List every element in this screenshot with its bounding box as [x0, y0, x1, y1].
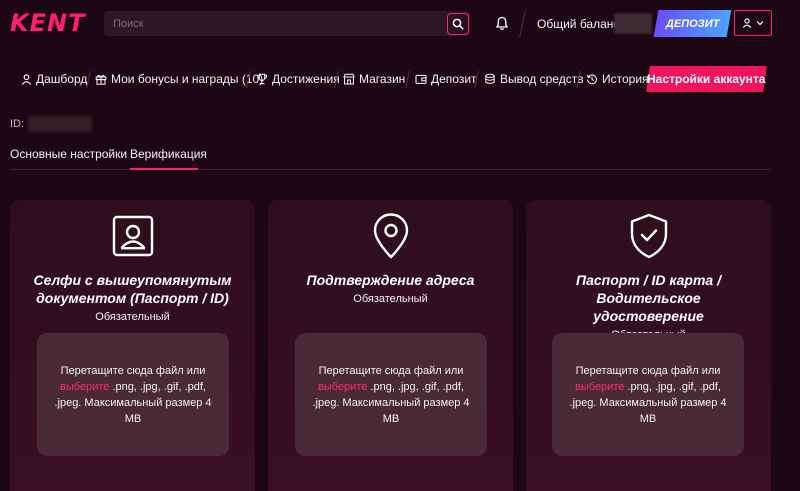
header-divider — [519, 11, 526, 37]
required-label: Обязательный — [95, 311, 170, 323]
nav-item-label: Достижения — [272, 72, 340, 86]
nav-item-label: Дашборд — [36, 72, 88, 86]
verification-card-address: Подтверждение адреса Обязательный Перета… — [268, 200, 513, 491]
choose-file-link[interactable]: выберите — [575, 381, 624, 393]
dropzone-text: Перетащите сюда файл или выберите .png, … — [309, 363, 473, 427]
shield-check-icon — [626, 213, 672, 259]
nav-item-label: Магазин — [359, 72, 406, 86]
dropzone-instruction: Перетащите сюда файл или — [575, 364, 721, 377]
tab-general-settings[interactable]: Основные настройки — [10, 147, 127, 161]
file-dropzone[interactable]: Перетащите сюда файл или выберите .png, … — [295, 333, 487, 456]
search-button[interactable] — [447, 12, 469, 35]
balance-label: Общий баланс: — [537, 17, 623, 31]
nav-item-label: История — [602, 72, 649, 86]
gift-icon — [95, 74, 107, 85]
nav-item-history[interactable]: История — [586, 66, 649, 92]
deposit-button[interactable]: ДЕПОЗИТ — [653, 10, 732, 37]
card-title: Селфи с вышеупомянутым документом (Паспо… — [20, 271, 245, 307]
user-icon — [21, 73, 32, 85]
choose-file-link[interactable]: выберите — [60, 381, 109, 393]
bell-icon — [496, 16, 508, 30]
nav-item-label: Вывод средств — [500, 72, 584, 86]
file-dropzone[interactable]: Перетащите сюда файл или выберите .png, … — [552, 333, 744, 456]
user-icon — [742, 18, 752, 28]
active-tab-indicator — [130, 168, 198, 170]
user-menu-button[interactable] — [734, 10, 772, 36]
nav-item-label: Мои бонусы и награды (10) — [111, 72, 264, 86]
notifications-button[interactable] — [493, 14, 511, 32]
account-nav: Дашборд Мои бонусы и награды (10) Достиж… — [0, 66, 800, 92]
search-icon — [452, 18, 464, 30]
coins-icon — [485, 73, 495, 84]
nav-item-deposit[interactable]: Депозит — [415, 66, 477, 92]
location-pin-icon — [368, 213, 414, 259]
file-dropzone[interactable]: Перетащите сюда файл или выберите .png, … — [37, 333, 229, 456]
nav-item-bonuses[interactable]: Мои бонусы и награды (10) — [95, 66, 263, 92]
nav-item-account-settings[interactable]: Настройки аккаунта — [646, 66, 767, 92]
nav-divider — [405, 71, 410, 88]
card-title: Паспорт / ID карта / Водительское удосто… — [536, 271, 761, 325]
tabs-divider — [10, 169, 770, 170]
search-bar — [104, 11, 470, 36]
verification-card-passport: Паспорт / ID карта / Водительское удосто… — [526, 200, 771, 491]
trophy-icon — [256, 73, 268, 85]
dropzone-instruction: Перетащите сюда файл или — [318, 364, 464, 377]
dropzone-instruction: Перетащите сюда файл или — [60, 364, 206, 377]
chevron-down-icon — [756, 21, 764, 26]
card-title-line: Паспорт / ID карта / — [576, 272, 721, 288]
dropzone-text: Перетащите сюда файл или выберите .png, … — [566, 363, 730, 427]
header: KENT Общий баланс: ДЕПОЗИТ — [0, 0, 800, 48]
id-card-icon — [110, 213, 156, 259]
balance-value — [614, 13, 652, 34]
verification-card-selfie: Селфи с вышеупомянутым документом (Паспо… — [10, 200, 255, 491]
account-id-label: ID: — [10, 118, 25, 130]
card-title-line: Водительское — [596, 290, 701, 306]
nav-item-achievements[interactable]: Достижения — [256, 66, 340, 92]
nav-item-dashboard[interactable]: Дашборд — [21, 66, 87, 92]
card-title-line: удостоверение — [593, 308, 704, 324]
history-icon — [586, 74, 597, 85]
nav-item-withdrawal[interactable]: Вывод средств — [484, 66, 584, 92]
card-title-line: Селфи с вышеупомянутым — [33, 272, 232, 288]
tab-verification[interactable]: Верификация — [130, 147, 207, 161]
logo[interactable]: KENT — [10, 9, 85, 37]
account-id-value — [28, 116, 92, 132]
nav-item-label: Настройки аккаунта — [647, 72, 766, 86]
settings-tabs: Основные настройки Верификация — [0, 140, 770, 170]
required-label: Обязательный — [353, 293, 428, 305]
nav-item-label: Депозит — [431, 72, 477, 86]
deposit-button-label: ДЕПОЗИТ — [665, 17, 720, 30]
wallet-icon — [415, 74, 427, 84]
choose-file-link[interactable]: выберите — [318, 381, 367, 393]
dropzone-text: Перетащите сюда файл или выберите .png, … — [51, 363, 215, 427]
shop-icon — [343, 73, 355, 85]
nav-item-shop[interactable]: Магазин — [343, 66, 405, 92]
search-input[interactable] — [104, 11, 447, 36]
card-title-line: документом (Паспорт / ID) — [36, 290, 229, 306]
card-title-line: Подтверждение адреса — [306, 272, 475, 288]
card-title: Подтверждение адреса — [278, 271, 503, 289]
